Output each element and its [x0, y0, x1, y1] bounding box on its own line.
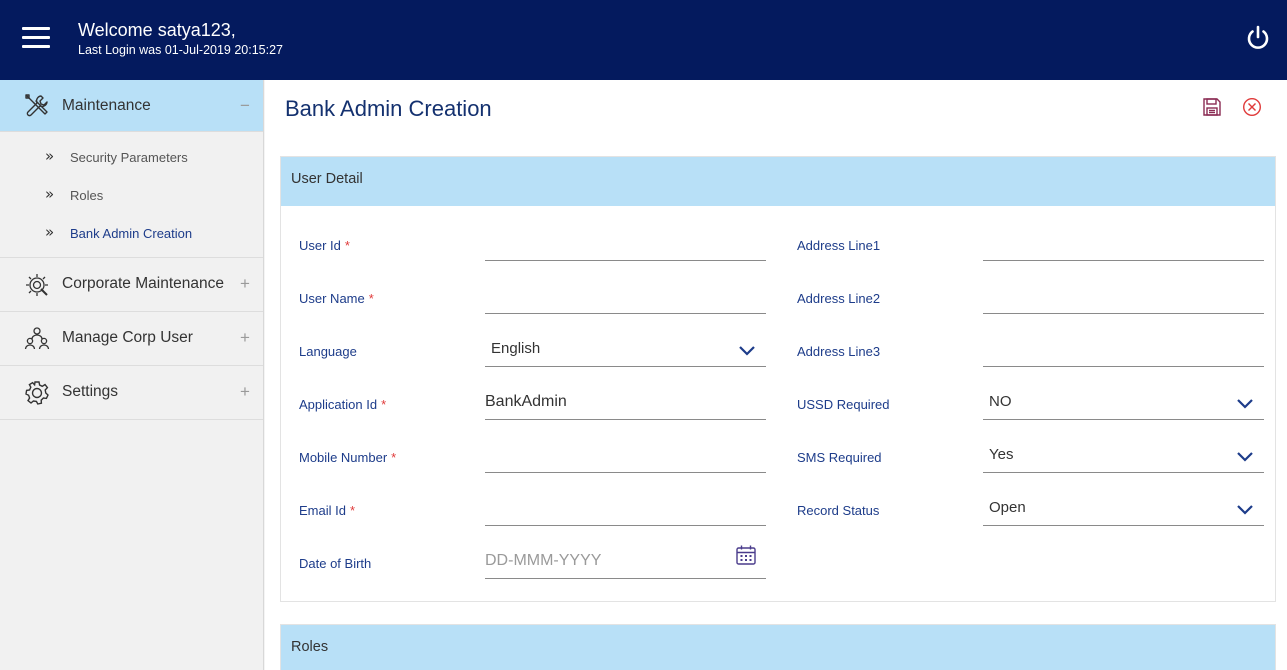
sms-required-select[interactable]: Yes: [983, 437, 1264, 473]
welcome-text: Welcome satya123,: [78, 20, 236, 40]
sidebar-subitem-bank-admin-creation[interactable]: » Bank Admin Creation: [0, 213, 263, 251]
sidebar-item-label: Settings: [62, 383, 119, 400]
calendar-icon[interactable]: [735, 544, 757, 566]
chevron-down-icon: [1237, 399, 1253, 409]
address-line3-label: Address Line3: [797, 344, 881, 359]
mobile-number-label: Mobile Number *: [299, 450, 396, 465]
roles-header[interactable]: Roles: [281, 625, 1275, 670]
label-text: Mobile Number: [299, 450, 388, 465]
gear-icon: [25, 381, 49, 405]
email-id-label: Email Id *: [299, 503, 355, 518]
roles-panel: Roles: [280, 624, 1276, 670]
record-status-select[interactable]: Open: [983, 490, 1264, 526]
double-chevron-right-icon: »: [45, 223, 55, 241]
sms-required-label: SMS Required: [797, 450, 882, 465]
address-line1-label: Address Line1: [797, 238, 881, 253]
section-heading: User Detail: [291, 171, 363, 187]
sidebar-subitem-label: Roles: [70, 188, 104, 203]
users-group-icon: [24, 327, 50, 350]
application-id-field[interactable]: [485, 384, 766, 420]
maintenance-submenu: » Security Parameters » Roles » Bank Adm…: [0, 132, 263, 258]
user-detail-header[interactable]: User Detail: [281, 157, 1275, 206]
sidebar-item-label: Corporate Maintenance: [62, 275, 224, 292]
sidebar-item-label: Manage Corp User: [62, 329, 193, 346]
select-value: Open: [989, 499, 1026, 516]
label-text: Email Id: [299, 503, 346, 518]
sidebar-subitem-label: Security Parameters: [70, 150, 188, 165]
date-of-birth-field[interactable]: [485, 543, 766, 579]
user-name-label: User Name *: [299, 291, 374, 306]
page-title: Bank Admin Creation: [285, 96, 492, 121]
top-header: Welcome satya123, Last Login was 01-Jul-…: [0, 0, 1287, 80]
chevron-down-icon: [739, 346, 755, 356]
double-chevron-right-icon: »: [45, 147, 55, 165]
required-marker: *: [368, 291, 374, 306]
sidebar-item-manage-corp-user[interactable]: Manage Corp User +: [0, 312, 263, 366]
tools-icon: [25, 94, 48, 117]
label-text: Application Id: [299, 397, 378, 412]
sidebar-subitem-roles[interactable]: » Roles: [0, 175, 263, 213]
sidebar-subitem-label: Bank Admin Creation: [70, 226, 193, 241]
email-id-field[interactable]: [485, 490, 766, 526]
double-chevron-right-icon: »: [45, 185, 55, 203]
mobile-number-field[interactable]: [485, 437, 766, 473]
power-icon[interactable]: [1244, 24, 1272, 52]
select-value: Yes: [989, 446, 1014, 463]
user-id-label: User Id *: [299, 238, 350, 253]
expand-icon[interactable]: +: [240, 274, 250, 294]
label-text: User Id: [299, 238, 341, 253]
user-id-field[interactable]: [485, 225, 766, 261]
application-id-label: Application Id *: [299, 397, 386, 412]
language-label: Language: [299, 344, 357, 359]
select-value: English: [491, 340, 541, 357]
hamburger-menu-icon[interactable]: [22, 27, 50, 49]
required-marker: *: [344, 238, 350, 253]
sidebar-item-maintenance[interactable]: Maintenance −: [0, 80, 263, 132]
gear-search-icon: [26, 274, 48, 296]
ussd-required-select[interactable]: NO: [983, 384, 1264, 420]
address-line1-field[interactable]: [983, 225, 1264, 261]
required-marker: *: [349, 503, 356, 518]
collapse-icon[interactable]: −: [240, 96, 250, 116]
chevron-down-icon: [1237, 505, 1253, 515]
user-detail-panel: User Detail User Id * User Name * Language…: [280, 156, 1276, 602]
last-login-text: Last Login was 01-Jul-2019 20:15:27: [78, 43, 284, 57]
chevron-down-icon: [1237, 452, 1253, 462]
sidebar: Maintenance − » Security Parameters » Ro…: [0, 80, 264, 670]
required-marker: *: [391, 450, 397, 465]
record-status-label: Record Status: [797, 503, 880, 518]
save-icon[interactable]: [1202, 97, 1222, 117]
sidebar-item-settings[interactable]: Settings +: [0, 366, 263, 420]
required-marker: *: [381, 397, 387, 412]
sidebar-subitem-security-parameters[interactable]: » Security Parameters: [0, 137, 263, 175]
ussd-required-label: USSD Required: [797, 397, 890, 412]
sidebar-item-label: Maintenance: [62, 97, 151, 114]
user-name-field[interactable]: [485, 278, 766, 314]
close-icon[interactable]: [1242, 97, 1262, 117]
expand-icon[interactable]: +: [240, 328, 250, 348]
date-of-birth-label: Date of Birth: [299, 556, 372, 571]
address-line2-field[interactable]: [983, 278, 1264, 314]
section-heading: Roles: [291, 639, 329, 655]
address-line3-field[interactable]: [983, 331, 1264, 367]
main-content: Bank Admin Creation User Detail User Id *…: [265, 80, 1287, 670]
language-select[interactable]: English: [485, 331, 766, 367]
select-value: NO: [989, 393, 1012, 410]
label-text: User Name: [299, 291, 365, 306]
sidebar-item-corporate-maintenance[interactable]: Corporate Maintenance +: [0, 258, 263, 312]
address-line2-label: Address Line2: [797, 291, 881, 306]
expand-icon[interactable]: +: [240, 382, 250, 402]
